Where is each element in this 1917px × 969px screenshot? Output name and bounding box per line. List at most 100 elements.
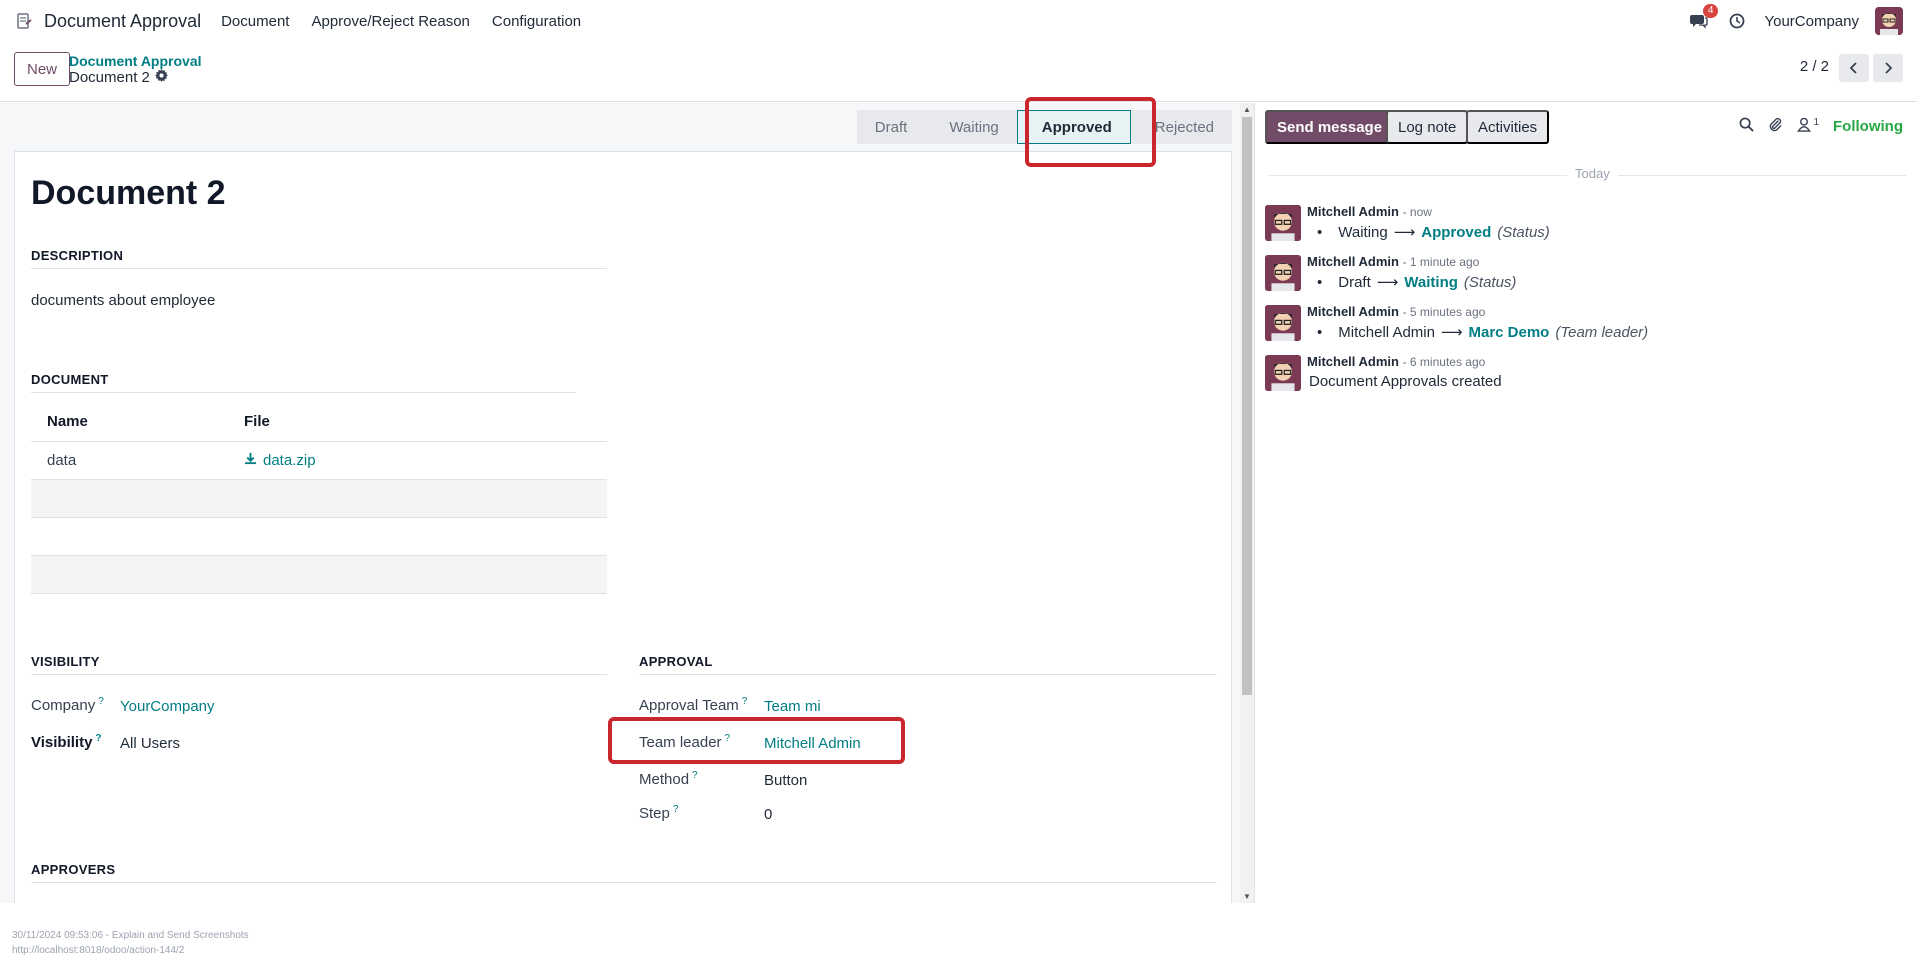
annotation-highlight-team-leader: [608, 717, 905, 764]
bullet-icon: •: [1317, 223, 1323, 241]
send-message-button[interactable]: Send message: [1265, 110, 1395, 144]
screenshot-caption: 30/11/2024 09:53:06 - Explain and Send S…: [12, 930, 249, 941]
stage-draft[interactable]: Draft: [856, 110, 926, 144]
method-label: Method?: [639, 770, 698, 788]
form-sheet: Document 2 DESCRIPTION documents about e…: [14, 151, 1232, 903]
following-button[interactable]: Following: [1833, 118, 1903, 135]
message-header: Mitchell Admin - 6 minutes ago: [1307, 354, 1485, 369]
table-header: Name File: [31, 402, 607, 442]
old-value: Draft: [1338, 273, 1371, 291]
message-date: - 6 minutes ago: [1402, 355, 1486, 369]
document-lines-table: Name File data data.zip: [31, 402, 607, 594]
tracked-field-name: (Team leader): [1555, 323, 1649, 341]
message-author[interactable]: Mitchell Admin: [1307, 254, 1399, 269]
arrow-right-icon: ⟶: [1393, 224, 1416, 241]
stage-waiting[interactable]: Waiting: [925, 110, 1017, 144]
app-title[interactable]: Document Approval: [44, 11, 201, 32]
description-text[interactable]: documents about employee: [31, 292, 215, 309]
chatter-toolbar: 1 Following: [1739, 117, 1903, 136]
approval-section-title: APPROVAL: [639, 654, 1217, 675]
menu-configuration[interactable]: Configuration: [492, 13, 581, 30]
menu-approve-reject-reason[interactable]: Approve/Reject Reason: [311, 13, 469, 30]
visibility-label: Visibility?: [31, 733, 102, 751]
table-empty-row: [31, 518, 607, 556]
company-field[interactable]: YourCompany: [120, 698, 215, 715]
description-section-title: DESCRIPTION: [31, 248, 607, 269]
followers-count: 1: [1813, 117, 1820, 128]
message-author[interactable]: Mitchell Admin: [1307, 354, 1399, 369]
old-value: Waiting: [1338, 223, 1388, 241]
arrow-right-icon: ⟶: [1376, 274, 1399, 291]
pager-value[interactable]: 2 / 2: [1800, 58, 1829, 75]
visibility-field[interactable]: All Users: [120, 735, 180, 752]
column-name-header[interactable]: Name: [31, 413, 244, 430]
table-empty-row: [31, 556, 607, 594]
message-body-text: Document Approvals created: [1309, 373, 1502, 390]
messages-icon[interactable]: 4: [1688, 4, 1719, 32]
visibility-section-title: VISIBILITY: [31, 654, 607, 675]
row-name-cell[interactable]: data: [31, 452, 244, 469]
screenshot-url: http://localhost:8018/odoo/action-144/2: [12, 945, 185, 956]
author-avatar[interactable]: [1265, 255, 1301, 291]
attachment-paperclip-icon[interactable]: [1768, 117, 1783, 136]
message-author[interactable]: Mitchell Admin: [1307, 204, 1399, 219]
help-tooltip-icon[interactable]: ?: [95, 733, 101, 744]
document-title[interactable]: Document 2: [31, 174, 226, 213]
method-field[interactable]: Button: [764, 772, 807, 789]
scrollbar-thumb[interactable]: [1242, 117, 1252, 695]
log-note-button[interactable]: Log note: [1386, 110, 1469, 144]
messages-badge: 4: [1702, 4, 1719, 18]
user-avatar[interactable]: [1875, 7, 1903, 35]
bullet-icon: •: [1317, 273, 1323, 291]
tracking-change: • Waiting ⟶ Approved (Status): [1317, 223, 1550, 242]
new-value: Approved: [1421, 223, 1492, 241]
form-view: Draft Waiting Approved Rejected Document…: [0, 103, 1254, 903]
top-navbar: Document Approval Document Approve/Rejec…: [0, 0, 1917, 42]
tracked-field-name: (Status): [1463, 273, 1517, 291]
file-link[interactable]: data.zip: [263, 452, 316, 469]
followers-button[interactable]: 1: [1797, 117, 1819, 136]
tracking-change: • Mitchell Admin ⟶ Marc Demo (Team leade…: [1317, 323, 1649, 342]
row-file-cell[interactable]: data.zip: [244, 452, 607, 469]
author-avatar[interactable]: [1265, 205, 1301, 241]
table-row[interactable]: data data.zip: [31, 442, 607, 480]
annotation-highlight-status: [1025, 97, 1156, 167]
company-switcher[interactable]: YourCompany: [1764, 13, 1859, 30]
scroll-down-arrow-icon[interactable]: ▼: [1243, 892, 1251, 901]
menu-document[interactable]: Document: [221, 13, 289, 30]
author-avatar[interactable]: [1265, 305, 1301, 341]
tracked-field-name: (Status): [1497, 223, 1550, 241]
help-tooltip-icon[interactable]: ?: [98, 696, 104, 707]
message-header: Mitchell Admin - 1 minute ago: [1307, 254, 1479, 269]
pager-next-button[interactable]: [1873, 54, 1903, 82]
new-value: Marc Demo: [1468, 323, 1550, 341]
help-tooltip-icon[interactable]: ?: [673, 804, 679, 815]
new-button[interactable]: New: [14, 52, 71, 86]
download-icon[interactable]: [244, 452, 257, 469]
search-icon[interactable]: [1739, 117, 1755, 136]
breadcrumb-current: Document 2: [69, 69, 168, 86]
column-file-header[interactable]: File: [244, 413, 607, 430]
message-author[interactable]: Mitchell Admin: [1307, 304, 1399, 319]
approval-team-field[interactable]: Team mi: [764, 698, 821, 715]
company-label: Company?: [31, 696, 104, 714]
help-tooltip-icon[interactable]: ?: [742, 696, 748, 707]
activity-clock-icon[interactable]: [1726, 10, 1748, 32]
followers-user-icon: [1797, 117, 1812, 136]
help-tooltip-icon[interactable]: ?: [692, 770, 698, 781]
approval-team-label: Approval Team?: [639, 696, 748, 714]
step-field[interactable]: 0: [764, 806, 772, 823]
new-value: Waiting: [1404, 273, 1458, 291]
step-label: Step?: [639, 804, 679, 822]
activities-button[interactable]: Activities: [1466, 110, 1550, 144]
gear-icon[interactable]: [154, 69, 168, 86]
arrow-right-icon: ⟶: [1440, 324, 1463, 341]
pager-previous-button[interactable]: [1839, 54, 1869, 82]
app-menu-icon[interactable]: [14, 11, 34, 31]
author-avatar[interactable]: [1265, 355, 1301, 391]
old-value: Mitchell Admin: [1338, 323, 1435, 341]
form-scrollbar[interactable]: ▲ ▼: [1240, 103, 1254, 903]
scroll-up-arrow-icon[interactable]: ▲: [1243, 105, 1251, 114]
breadcrumb-current-label: Document 2: [69, 69, 150, 86]
breadcrumb-parent[interactable]: Document Approval: [69, 53, 202, 69]
